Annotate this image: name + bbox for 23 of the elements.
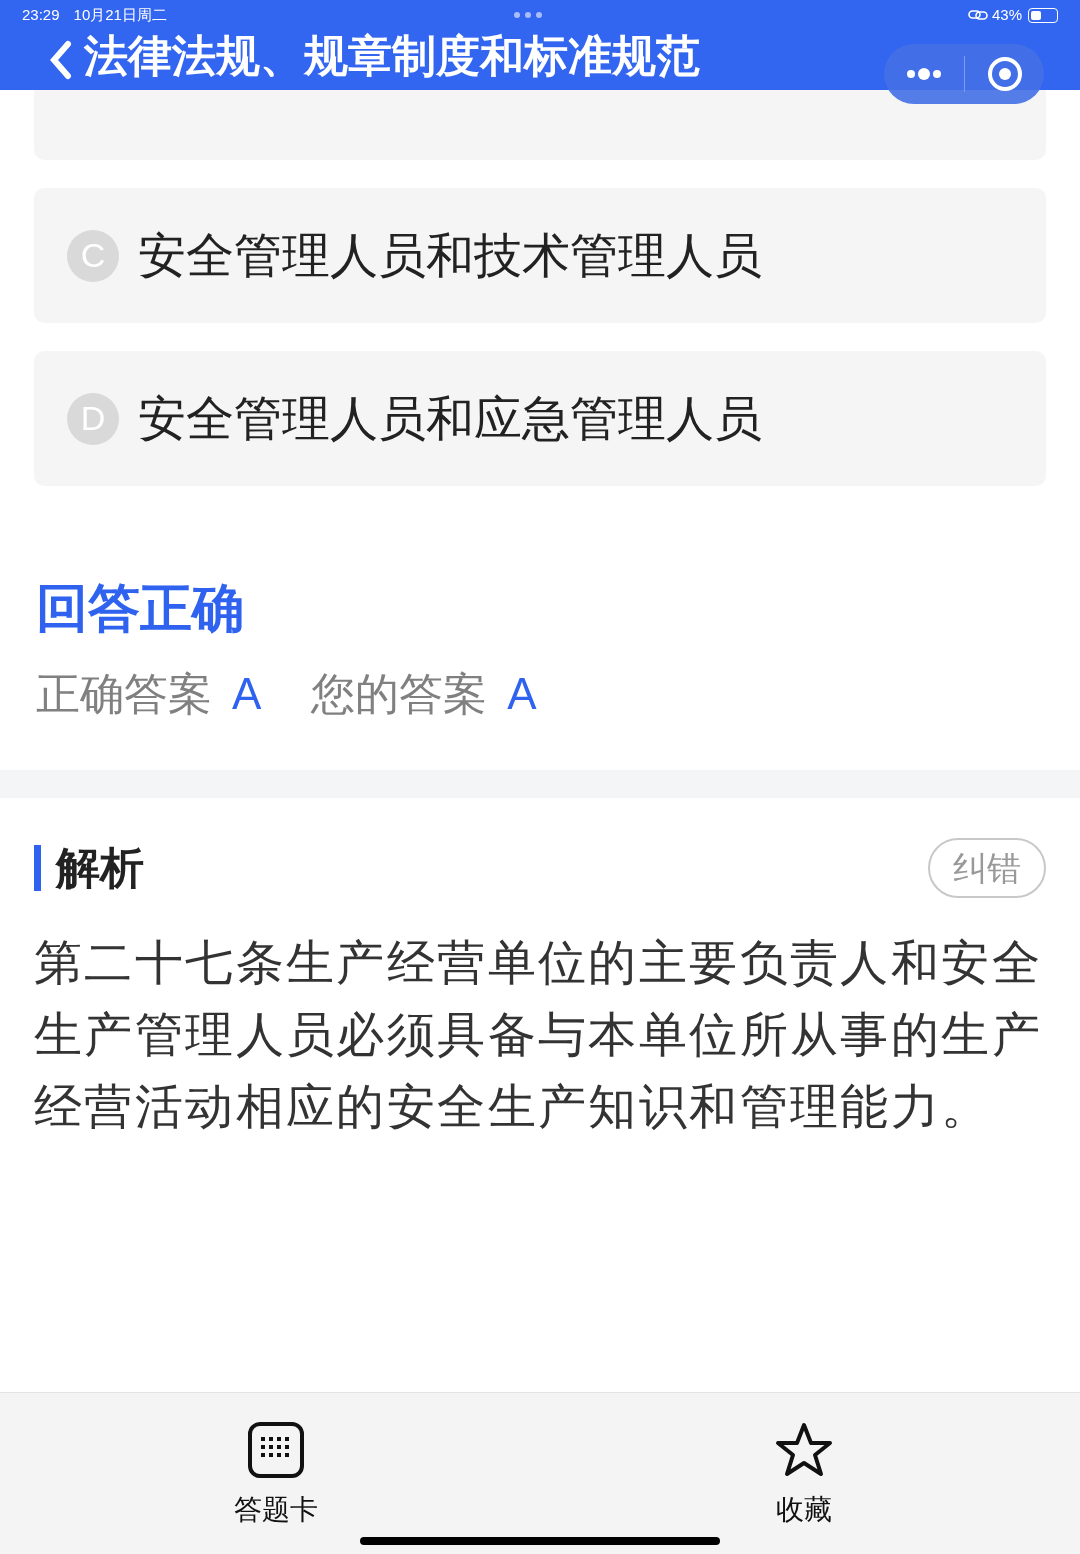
answer-sheet-button[interactable]: 答题卡	[206, 1393, 346, 1554]
more-dots-icon	[905, 68, 943, 80]
result-title: 回答正确	[36, 582, 245, 634]
page-title: 法律法规、规章制度和标准规范	[84, 34, 700, 78]
status-time: 23:29	[22, 4, 60, 25]
correct-answer-value: A	[232, 672, 262, 716]
correct-answer-label: 正确答案	[36, 672, 212, 716]
status-date: 10月21日周二	[73, 4, 167, 25]
battery-percent: 43%	[991, 4, 1022, 25]
favorite-button[interactable]: 收藏	[734, 1393, 874, 1554]
analysis-title: 解析	[56, 842, 144, 894]
accent-bar	[34, 845, 41, 891]
star-icon	[774, 1421, 834, 1479]
your-answer-label: 您的答案	[311, 672, 488, 716]
analysis-text: 第二十七条生产经营单位的主要负责人和安全生产管理人员必须具备与本单位所从事的生产经营活动相应的安全生产知识和管理能力。	[34, 935, 1043, 1135]
option-text: 安全管理人员和技术管理人员	[138, 227, 762, 284]
option-text: 安全管理人员和应急管理人员	[138, 390, 762, 447]
target-icon	[986, 56, 1023, 92]
link-icon	[967, 9, 988, 21]
grid-icon	[247, 1421, 305, 1479]
more-dots-icon	[512, 11, 543, 19]
your-answer-value: A	[507, 672, 537, 716]
battery-icon	[1028, 7, 1058, 23]
